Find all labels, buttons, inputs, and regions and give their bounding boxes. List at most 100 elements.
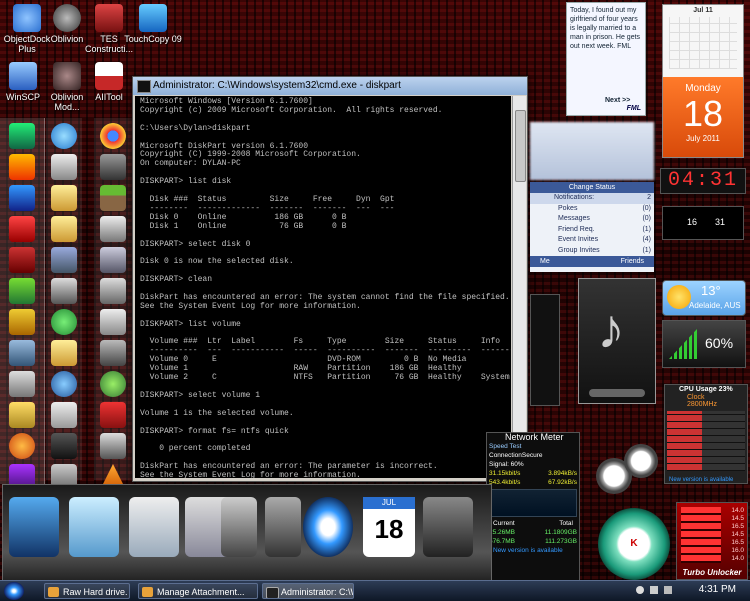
messenger-icon[interactable] xyxy=(51,309,77,335)
dock-app-icon[interactable] xyxy=(100,309,126,335)
change-status-button[interactable]: Change Status xyxy=(530,182,654,193)
console-line: C:\Users\Dylan>diskpart xyxy=(140,123,251,133)
cmd-icon xyxy=(266,587,279,598)
firefox-icon xyxy=(48,587,59,597)
digital-clock-time: 04:31 xyxy=(667,169,738,192)
mini-calendar[interactable]: Jul 11 xyxy=(663,5,743,77)
network-version-note[interactable]: New version is available xyxy=(487,546,579,555)
taskbar-item-manage-attachments[interactable]: Manage Attachment... xyxy=(138,583,258,599)
calendar-gadget[interactable]: Jul 11 Monday 18 July 2011 xyxy=(662,4,744,158)
fb-row-pokes[interactable]: Pokes (0) xyxy=(530,204,654,215)
weather-gadget[interactable]: 13° Adelaide, AUS xyxy=(662,280,746,316)
fb-row-messages[interactable]: Messages (0) xyxy=(530,214,654,225)
fb-row-friend-requests[interactable]: Friend Req. (1) xyxy=(530,225,654,236)
firefox-icon[interactable] xyxy=(9,433,35,459)
network-tray-icon[interactable] xyxy=(636,586,644,594)
speed-gauges-gadget xyxy=(596,444,662,500)
dock-app-icon[interactable] xyxy=(51,278,77,304)
calendar-month-year: July 2011 xyxy=(686,134,720,143)
help-icon[interactable] xyxy=(51,371,77,397)
cmd-window[interactable]: Administrator: C:\Windows\system32\cmd.e… xyxy=(132,76,528,482)
dock-app-icon[interactable] xyxy=(9,185,35,211)
current-total-row-1: 25.26MB 11.1809GB xyxy=(489,529,577,536)
kaspersky-icon: K xyxy=(620,534,648,554)
dock-app-icon[interactable] xyxy=(423,497,473,557)
dock-app-icon[interactable] xyxy=(9,371,35,397)
dock-app-icon[interactable] xyxy=(100,278,126,304)
weather-temp: 13° xyxy=(701,283,721,298)
flash-icon[interactable] xyxy=(100,402,126,428)
dock-app-icon[interactable] xyxy=(100,433,126,459)
dock-app-icon[interactable] xyxy=(51,154,77,180)
dock-app-icon[interactable] xyxy=(9,309,35,335)
notifications-row[interactable]: Notifications: 2 xyxy=(530,193,654,204)
desktop-icon-touchcopy[interactable]: TouchCopy 09 xyxy=(124,4,182,44)
turbo-unlocker-label: Turbo Unlocker xyxy=(682,568,742,577)
chrome-icon[interactable] xyxy=(100,123,126,149)
tes-construction-icon xyxy=(95,4,123,32)
dock-app-icon[interactable] xyxy=(100,154,126,180)
left-dock xyxy=(0,118,45,521)
dock-calendar-day: 18 xyxy=(374,514,404,544)
console-output[interactable]: Microsoft Windows [Version 6.1.7600] Copy… xyxy=(135,96,511,478)
dock-app-icon[interactable] xyxy=(100,247,126,273)
dock-app-icon[interactable] xyxy=(9,123,35,149)
console-line: On computer: DYLAN-PC xyxy=(140,159,241,169)
fml-note-gadget[interactable]: Today, I found out my girlfriend of four… xyxy=(566,2,646,116)
dock-app-icon[interactable] xyxy=(9,402,35,428)
cpu-version-note[interactable]: New version is available xyxy=(669,477,733,483)
media-controls[interactable] xyxy=(589,389,645,397)
volume-gadget[interactable]: 60% xyxy=(662,320,746,368)
monitor-icon[interactable] xyxy=(9,497,59,557)
dock-app-icon[interactable] xyxy=(100,216,126,242)
camera-icon[interactable] xyxy=(221,497,257,557)
itunes-icon[interactable] xyxy=(51,123,77,149)
fb-me-link[interactable]: Me xyxy=(540,256,550,267)
taskbar-clock[interactable]: 4:31 PM xyxy=(699,584,736,595)
taskbar-item-cmd[interactable]: Administrator: C:\Wi... xyxy=(262,583,354,599)
calendar-day-panel: Monday 18 July 2011 xyxy=(663,77,743,157)
console-line: See the System Event Log for more inform… xyxy=(140,301,361,311)
cmd-title-bar[interactable]: Administrator: C:\Windows\system32\cmd.e… xyxy=(133,77,527,95)
folder-icon[interactable] xyxy=(51,340,77,366)
taskbar-item-raw-hard-drive[interactable]: Raw Hard drive. For... xyxy=(44,583,130,599)
dock-app-icon[interactable] xyxy=(9,154,35,180)
calendar-icon[interactable]: JUL 18 xyxy=(363,497,415,557)
scrollbar-thumb[interactable] xyxy=(515,110,526,182)
dock-app-icon[interactable] xyxy=(51,402,77,428)
network-graph xyxy=(489,489,577,517)
gear-icon[interactable] xyxy=(303,497,353,557)
left-dock-2 xyxy=(46,118,82,490)
tray-icon[interactable] xyxy=(664,586,672,594)
dock-app-icon[interactable] xyxy=(9,247,35,273)
folder-icon[interactable] xyxy=(51,185,77,211)
minecraft-icon[interactable] xyxy=(100,185,126,211)
scrollbar[interactable] xyxy=(512,96,526,478)
facebook-gadget[interactable]: Change Status Notifications: 2 Pokes (0) M… xyxy=(530,182,654,272)
weather-city: Adelaide, AUS xyxy=(689,301,741,310)
dock-app-icon[interactable] xyxy=(51,247,77,273)
fb-row-event-invites[interactable]: Event Invites (4) xyxy=(530,235,654,246)
utorrent-icon[interactable] xyxy=(100,371,126,397)
calendar-grid[interactable] xyxy=(669,17,737,69)
control-panel-icon[interactable] xyxy=(69,497,119,557)
speed-test-link[interactable]: Speed Test xyxy=(487,442,579,451)
fb-row-group-invites[interactable]: Group Invites (1) xyxy=(530,246,654,257)
dock-app-icon[interactable] xyxy=(9,278,35,304)
acrobat-icon[interactable] xyxy=(9,216,35,242)
cpu-usage-title: CPU Usage 23% xyxy=(679,386,733,393)
documents-icon[interactable] xyxy=(129,497,179,557)
desktop-icon-aiitool[interactable]: AIITool xyxy=(80,62,138,102)
music-icon[interactable] xyxy=(265,497,301,557)
kaspersky-gadget[interactable]: K xyxy=(598,508,670,580)
media-player-gadget[interactable]: ♪ xyxy=(578,278,656,404)
volume-tray-icon[interactable] xyxy=(650,586,658,594)
start-button[interactable] xyxy=(4,582,24,600)
computer-icon[interactable] xyxy=(9,340,35,366)
volume-bars xyxy=(669,329,697,359)
dock-app-icon[interactable] xyxy=(100,340,126,366)
dock-app-icon[interactable] xyxy=(51,433,77,459)
oblivion-icon xyxy=(53,4,81,32)
fb-friends-link[interactable]: Friends xyxy=(621,256,644,267)
folder-icon[interactable] xyxy=(51,216,77,242)
